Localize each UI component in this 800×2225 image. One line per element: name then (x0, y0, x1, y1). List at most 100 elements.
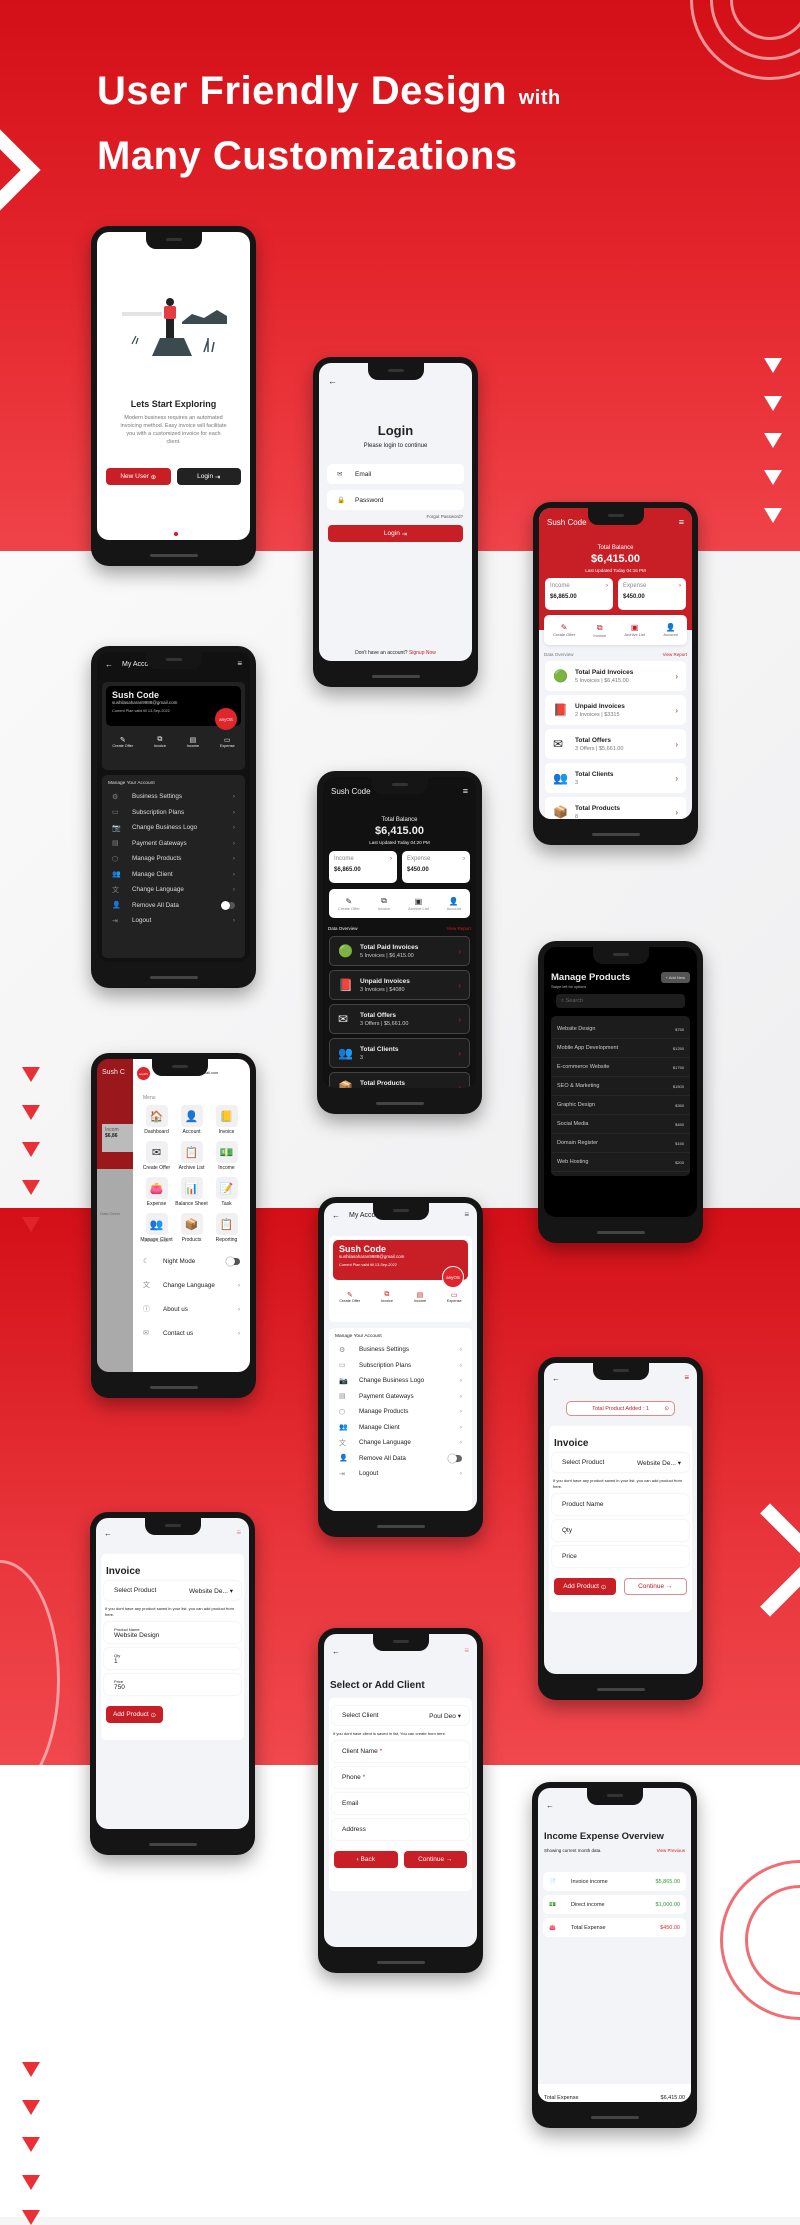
menu-manage-client[interactable]: 👥 Manage Client › (329, 1420, 472, 1436)
phone-field[interactable]: Phone * (332, 1767, 469, 1788)
client-name-field[interactable]: Client Name * (332, 1741, 469, 1762)
product-list-item[interactable]: Social Media $450 (551, 1115, 690, 1134)
select-client-dropdown[interactable]: Select Client Poul Deo ▾ (332, 1706, 469, 1725)
quick-archive[interactable]: ▣ Archive List (624, 623, 645, 637)
quick-invoice[interactable]: ⧉ Invoice (154, 736, 166, 748)
hamburger-menu-icon[interactable]: ≡ (464, 1646, 469, 1655)
link-about-us[interactable]: ⓘ About us › (133, 1297, 250, 1321)
expense-card[interactable]: Expense › $450.00 (618, 578, 686, 610)
remove-data-toggle[interactable] (448, 1453, 462, 1463)
overview-item-unpaid[interactable]: 📕 Unpaid Invoices 3 Invoices | $4080 › (329, 970, 470, 1000)
hamburger-menu-icon[interactable]: ≡ (464, 1210, 469, 1219)
quick-invoice[interactable]: ⧉ Invoice (593, 623, 606, 638)
add-new-product-button[interactable]: + Add New (660, 972, 690, 983)
quick-create-offer[interactable]: ✎ Create Offer (553, 623, 575, 637)
price-field[interactable]: Price 750 (104, 1674, 241, 1695)
drawer-menu-item[interactable]: 👤 Account (174, 1105, 209, 1135)
view-report-link[interactable]: View Report (447, 926, 471, 931)
overview-item-products[interactable]: 📦Total Products8› (545, 797, 686, 819)
quick-account[interactable]: 👤 Account (663, 623, 677, 637)
overview-item-clients[interactable]: 👥 Total Clients 3 › (545, 763, 686, 793)
password-field[interactable]: 🔒 Password (327, 490, 464, 510)
menu-logout[interactable]: ⇥ Logout › (102, 913, 245, 929)
arrow-left-icon[interactable]: ← (104, 1529, 112, 1538)
expense-card[interactable]: Expense › $450.00 (402, 851, 470, 883)
menu-logout[interactable]: ⇥ Logout › (329, 1466, 472, 1482)
arrow-left-icon[interactable]: ← (546, 1801, 554, 1810)
business-logo[interactable]: anyOS (215, 708, 237, 730)
product-list-item[interactable]: E-commerce Website $1750 (551, 1058, 690, 1077)
hamburger-menu-icon[interactable]: ≡ (236, 1528, 241, 1537)
menu-payment-gateways[interactable]: ▤ Payment Gateways › (329, 1389, 472, 1405)
product-search-input[interactable]: ⌕ Search (556, 994, 685, 1008)
menu-manage-products[interactable]: ⬡ Manage Products › (329, 1404, 472, 1420)
quick-create-offer[interactable]: ✎ Create Offer (338, 897, 360, 911)
business-logo[interactable]: anyOS (442, 1266, 464, 1288)
arrow-left-icon[interactable]: ← (552, 1374, 560, 1383)
menu-manage-client[interactable]: 👥 Manage Client › (102, 867, 245, 883)
product-list-item[interactable]: SEO & Marketing $1500 (551, 1077, 690, 1096)
hamburger-menu-icon[interactable]: ≡ (237, 659, 242, 668)
drawer-menu-item[interactable]: 👛 Expense (139, 1177, 174, 1207)
overview-item-offers[interactable]: ✉ Total Offers 3 Offers | $5,661.00 › (545, 729, 686, 759)
drawer-menu-item[interactable]: 📋 Archive List (174, 1141, 209, 1171)
price-field[interactable]: Price (552, 1546, 689, 1567)
arrow-left-icon[interactable]: ← (332, 1647, 340, 1656)
drawer-menu-item[interactable]: ✉ Create Offer (139, 1141, 174, 1171)
link-change-language[interactable]: 文 Change Language › (133, 1273, 250, 1297)
product-list-item[interactable]: Domain Register $150 (551, 1134, 690, 1153)
continue-button[interactable]: Continue → (623, 1578, 687, 1595)
menu-business-settings[interactable]: ⚙ Business Settings › (329, 1342, 472, 1358)
quick-expense[interactable]: ▭ Expense (447, 1291, 462, 1303)
drawer-menu-item[interactable]: 📒 Invoice (209, 1105, 244, 1135)
back-button[interactable]: ‹ Back (334, 1851, 398, 1868)
login-submit-button[interactable]: Login ⇥ (328, 525, 463, 542)
product-list-item[interactable]: Graphic Design $350 (551, 1096, 690, 1115)
menu-business-logo[interactable]: 📷 Change Business Logo › (329, 1373, 472, 1389)
quick-invoice[interactable]: ⧉ Invoice (381, 1291, 393, 1303)
arrow-left-icon[interactable]: ← (105, 660, 113, 669)
continue-button[interactable]: Continue → (403, 1851, 467, 1868)
hamburger-menu-icon[interactable]: ≡ (463, 786, 468, 796)
overview-item-products[interactable]: 📦Total Products8› (329, 1072, 470, 1088)
email-field[interactable]: Email (332, 1793, 469, 1814)
remove-data-toggle[interactable] (221, 900, 235, 910)
menu-business-settings[interactable]: ⚙ Business Settings › (102, 789, 245, 805)
drawer-menu-item[interactable]: 📊 Balance Sheet (174, 1177, 209, 1207)
link-contact-us[interactable]: ✉ Contact us › (133, 1321, 250, 1345)
hamburger-menu-icon[interactable]: ≡ (684, 1373, 689, 1382)
email-field[interactable]: ✉ Email (327, 464, 464, 484)
product-list-item[interactable]: Website Design $750 (551, 1020, 690, 1039)
product-list-item[interactable]: Mobile App Development $1250 (551, 1039, 690, 1058)
drawer-menu-item[interactable]: 📋 Reporting (209, 1213, 244, 1243)
menu-business-logo[interactable]: 📷 Change Business Logo › (102, 820, 245, 836)
drawer-menu-item[interactable]: 📦 Products (174, 1213, 209, 1243)
menu-subscription[interactable]: ▭ Subscription Plans › (329, 1358, 472, 1374)
quick-create-offer[interactable]: ✎ Create Offer (112, 736, 133, 748)
quick-create-offer[interactable]: ✎ Create Offer (339, 1291, 360, 1303)
qty-field[interactable]: Qty 1 (104, 1648, 241, 1669)
qty-field[interactable]: Qty (552, 1520, 689, 1541)
menu-payment-gateways[interactable]: ▤ Payment Gateways › (102, 836, 245, 852)
income-card[interactable]: Income › $6,865.00 (545, 578, 613, 610)
menu-change-language[interactable]: 文 Change Language › (329, 1435, 472, 1451)
product-name-field[interactable]: Product Name (552, 1494, 689, 1515)
overview-item-unpaid[interactable]: 📕 Unpaid Invoices 2 Invoices | $3315 › (545, 695, 686, 725)
arrow-left-icon[interactable]: ← (328, 376, 337, 386)
address-field[interactable]: Address (332, 1819, 469, 1840)
product-name-field[interactable]: Product Name Website Design (104, 1622, 241, 1643)
menu-change-language[interactable]: 文 Change Language › (102, 882, 245, 898)
menu-subscription[interactable]: ▭ Subscription Plans › (102, 805, 245, 821)
select-product-dropdown[interactable]: Select Product Website De... ▾ (552, 1453, 689, 1472)
quick-expense[interactable]: ▭ Expense (220, 736, 235, 748)
income-card[interactable]: Income › $6,865.00 (329, 851, 397, 883)
quick-archive[interactable]: ▣ Archive List (408, 897, 429, 911)
menu-manage-products[interactable]: ⬡ Manage Products › (102, 851, 245, 867)
product-list-item[interactable]: Web Hosting $200 (551, 1153, 690, 1172)
quick-invoice[interactable]: ⧉ Invoice (378, 896, 391, 911)
view-previous-link[interactable]: View Previous (657, 1848, 685, 1853)
overview-item-paid[interactable]: 🟢 Total Paid Invoices 5 Invoices | $6,415.… (545, 661, 686, 691)
quick-income[interactable]: ▤ Income (187, 736, 199, 748)
quick-income[interactable]: ▤ Income (414, 1291, 426, 1303)
login-button[interactable]: Login ⇥ (176, 468, 241, 485)
